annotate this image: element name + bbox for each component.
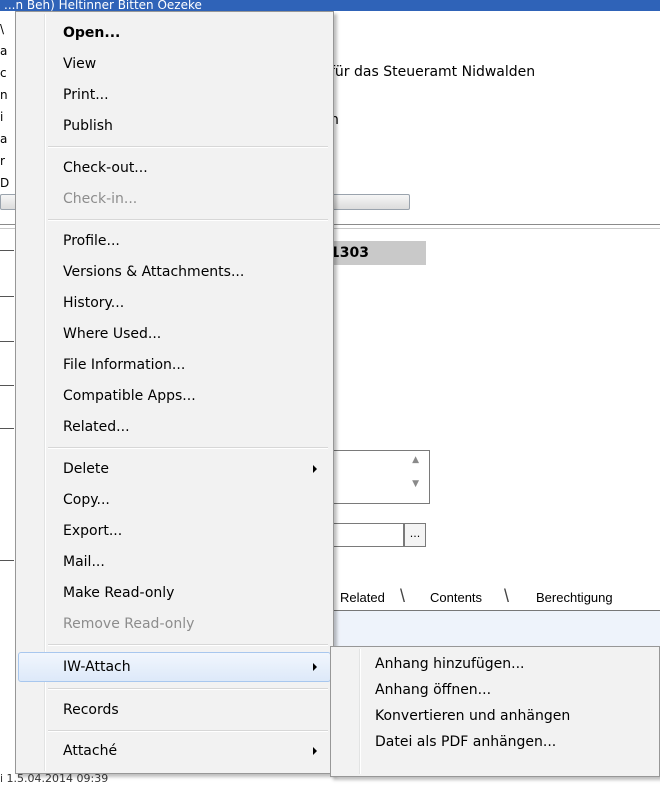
menu-separator <box>48 219 328 221</box>
left-edge-char: c <box>0 66 7 80</box>
lookup-input[interactable] <box>330 523 404 547</box>
menu-item-label: Where Used... <box>63 326 162 342</box>
menu-item-label: Profile... <box>63 233 120 249</box>
left-edge-char: \ <box>0 22 5 36</box>
menu-item-publish[interactable]: Publish <box>18 112 331 140</box>
menu-item-mail[interactable]: Mail... <box>18 548 331 576</box>
menu-separator <box>48 644 328 646</box>
left-edge-char: D <box>0 176 10 190</box>
submenu-item-anhang-oeffnen[interactable]: Anhang öffnen... <box>333 677 657 704</box>
submenu-item-datei-als-pdf-anhaengen[interactable]: Datei als PDF anhängen... <box>333 729 657 756</box>
field-marker <box>0 560 14 561</box>
menu-item-label: View <box>63 56 97 72</box>
field-marker <box>0 296 14 297</box>
field-marker <box>0 341 14 342</box>
menu-item-where-used[interactable]: Where Used... <box>18 320 331 348</box>
menu-separator <box>48 688 328 690</box>
menu-item-check-out[interactable]: Check-out... <box>18 154 331 182</box>
menu-item-history[interactable]: History... <box>18 289 331 317</box>
menu-separator <box>48 730 328 732</box>
menu-item-label: Compatible Apps... <box>63 388 196 404</box>
submenu-item-konvertieren-und-anhaengen[interactable]: Konvertieren und anhängen <box>333 703 657 730</box>
tab-divider: \ <box>504 586 510 606</box>
menu-item-label: Publish <box>63 118 113 134</box>
document-description-line: für das Steueramt Nidwalden <box>330 64 536 80</box>
status-footer: i 1.5.04.2014 09:39 <box>0 772 109 785</box>
menu-item-label: Delete <box>63 461 109 477</box>
document-number-field: 1303 <box>322 241 426 265</box>
menu-item-copy[interactable]: Copy... <box>18 486 331 514</box>
menu-item-records[interactable]: Records <box>18 696 331 724</box>
menu-item-label: Export... <box>63 523 123 539</box>
menu-item-label: IW-Attach <box>63 659 131 675</box>
menu-item-delete[interactable]: Delete <box>18 455 331 483</box>
left-edge-char: i <box>0 110 4 124</box>
menu-item-iw-attach[interactable]: IW-Attach <box>18 652 331 682</box>
menu-item-versions-attachments[interactable]: Versions & Attachments... <box>18 258 331 286</box>
menu-item-remove-read-only[interactable]: Remove Read-only <box>18 610 331 638</box>
menu-item-attache[interactable]: Attaché <box>18 737 331 765</box>
field-marker <box>0 428 14 429</box>
menu-item-label: Print... <box>63 87 109 103</box>
menu-item-label: Datei als PDF anhängen... <box>375 734 557 750</box>
menu-item-label: Mail... <box>63 554 105 570</box>
left-edge-char: a <box>0 44 8 58</box>
scroll-up-icon[interactable]: ▲ <box>412 455 419 465</box>
tab-contents[interactable]: Contents <box>430 590 482 605</box>
left-edge-char: r <box>0 154 5 168</box>
window-title-bar: ...n Beh) Heltinner Bitten Oezeke <box>0 0 660 11</box>
submenu-arrow-icon <box>313 747 317 755</box>
browse-button[interactable]: ... <box>404 523 426 547</box>
menu-item-label: Check-out... <box>63 160 148 176</box>
menu-item-label: Check-in... <box>63 191 138 207</box>
menu-item-open[interactable]: Open... <box>18 19 331 47</box>
menu-item-label: Versions & Attachments... <box>63 264 245 280</box>
menu-item-make-read-only[interactable]: Make Read-only <box>18 579 331 607</box>
tab-divider: \ <box>400 586 406 606</box>
menu-item-export[interactable]: Export... <box>18 517 331 545</box>
menu-item-label: Related... <box>63 419 130 435</box>
menu-item-label: Remove Read-only <box>63 616 195 632</box>
menu-item-label: History... <box>63 295 125 311</box>
iw-attach-submenu: Anhang hinzufügen... Anhang öffnen... Ko… <box>330 646 660 777</box>
menu-item-print[interactable]: Print... <box>18 81 331 109</box>
menu-item-label: Make Read-only <box>63 585 175 601</box>
comment-textarea[interactable]: ▲ ▼ <box>330 450 430 504</box>
tab-content-area <box>330 611 660 647</box>
menu-item-view[interactable]: View <box>18 50 331 78</box>
menu-item-label: Records <box>63 702 119 718</box>
menu-item-profile[interactable]: Profile... <box>18 227 331 255</box>
menu-item-label: Anhang öffnen... <box>375 682 492 698</box>
tab-related[interactable]: Related <box>340 590 385 605</box>
menu-separator <box>48 447 328 449</box>
submenu-item-anhang-hinzufuegen[interactable]: Anhang hinzufügen... <box>333 651 657 678</box>
menu-item-label: Konvertieren und anhängen <box>375 708 571 724</box>
menu-item-label: Anhang hinzufügen... <box>375 656 525 672</box>
submenu-arrow-icon <box>313 465 317 473</box>
left-edge-char: a <box>0 132 8 146</box>
scroll-down-icon[interactable]: ▼ <box>412 479 419 489</box>
left-edge-char: n <box>0 88 8 102</box>
menu-item-file-information[interactable]: File Information... <box>18 351 331 379</box>
tab-berechtigung[interactable]: Berechtigung <box>536 590 613 605</box>
menu-item-compatible-apps[interactable]: Compatible Apps... <box>18 382 331 410</box>
menu-item-label: Open... <box>63 25 121 41</box>
menu-item-check-in[interactable]: Check-in... <box>18 185 331 213</box>
menu-separator <box>48 146 328 148</box>
field-marker <box>0 250 14 251</box>
menu-item-label: Attaché <box>63 743 118 759</box>
menu-item-label: Copy... <box>63 492 110 508</box>
menu-item-related[interactable]: Related... <box>18 413 331 441</box>
field-marker <box>0 385 14 386</box>
context-menu: Open... View Print... Publish Check-out.… <box>15 11 334 774</box>
document-number: 1303 <box>330 245 369 261</box>
window-title: ...n Beh) Heltinner Bitten Oezeke <box>4 0 202 11</box>
menu-item-label: File Information... <box>63 357 186 373</box>
submenu-arrow-icon <box>313 663 317 671</box>
